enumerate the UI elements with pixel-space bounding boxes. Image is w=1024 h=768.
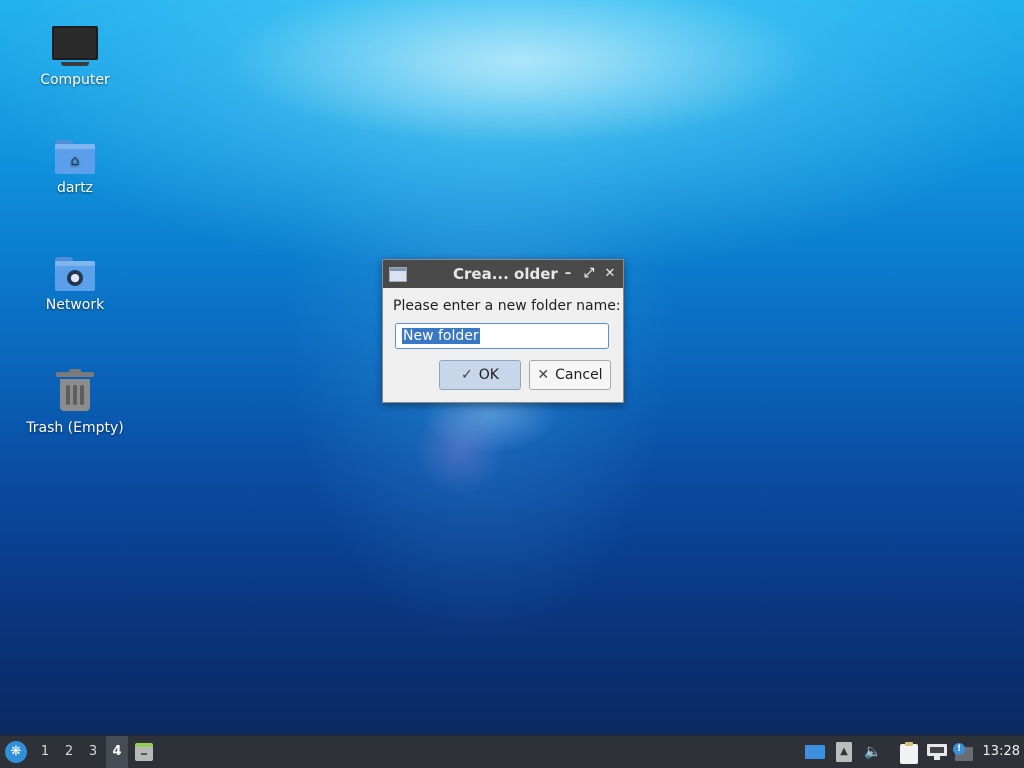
network-icon[interactable] (927, 744, 947, 760)
check-icon: ✓ (461, 367, 473, 383)
workspace-4[interactable]: 4 (106, 736, 128, 768)
cancel-button[interactable]: ✕ Cancel (529, 360, 611, 390)
file-manager-icon[interactable] (135, 743, 153, 761)
desktop-icon-label: Network (45, 297, 105, 313)
workspace-1[interactable]: 1 (34, 736, 56, 768)
ok-label: OK (478, 367, 499, 383)
maximize-button[interactable]: ⤢ (580, 260, 598, 288)
computer-icon (52, 26, 98, 60)
cancel-label: Cancel (555, 367, 603, 383)
clock[interactable]: 13:28 (983, 736, 1020, 768)
close-button[interactable]: ✕ (601, 260, 619, 288)
taskbar: ❋ 1 2 3 4 ▲ 🔈 ! 13:28 (0, 735, 1024, 768)
network-folder-icon: ● (55, 257, 95, 291)
desktop-icon-label: dartz (56, 180, 94, 196)
folder-name-value: New folder (402, 328, 480, 344)
window-app-icon[interactable] (389, 267, 407, 282)
minimize-button[interactable]: – (559, 260, 577, 288)
dialog-titlebar[interactable]: Crea... older – ⤢ ✕ (383, 260, 623, 288)
eject-icon[interactable]: ▲ (836, 742, 852, 762)
desktop-icon-computer[interactable]: Computer (20, 22, 130, 88)
create-folder-dialog: Crea... older – ⤢ ✕ Please enter a new f… (382, 259, 624, 403)
start-menu-icon[interactable]: ❋ (5, 741, 27, 763)
show-desktop-icon[interactable] (805, 745, 825, 759)
workspace-2[interactable]: 2 (58, 736, 80, 768)
dialog-prompt: Please enter a new folder name: (393, 298, 621, 314)
desktop-icon-label: Computer (40, 72, 110, 88)
desktop-icon-network[interactable]: ● Network (20, 257, 130, 313)
trash-icon (56, 369, 94, 412)
cancel-icon: ✕ (537, 367, 550, 383)
home-folder-icon: ⌂ (55, 140, 95, 174)
ok-button[interactable]: ✓ OK (439, 360, 521, 390)
folder-name-input[interactable]: New folder (395, 323, 609, 349)
workspace-3[interactable]: 3 (82, 736, 104, 768)
clipboard-icon[interactable] (900, 742, 918, 764)
desktop-icon-label: Trash (Empty) (26, 420, 124, 436)
update-notifier-icon[interactable]: ! (953, 743, 973, 761)
desktop-icon-home[interactable]: ⌂ dartz (20, 140, 130, 196)
dialog-title: Crea... older (453, 265, 558, 283)
volume-icon[interactable]: 🔈 (864, 743, 882, 761)
desktop-icon-trash[interactable]: Trash (Empty) (20, 369, 130, 436)
